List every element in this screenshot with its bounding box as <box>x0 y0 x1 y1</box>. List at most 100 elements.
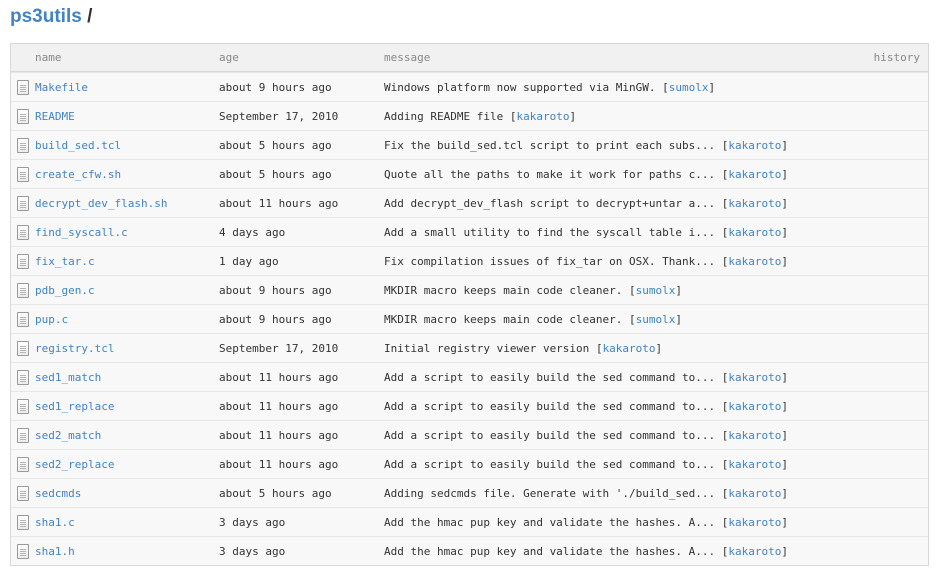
table-row: sha1.c 3 days ago Add the hmac pup key a… <box>11 507 928 536</box>
commit-message-cell: Initial registry viewer version [kakarot… <box>384 334 662 362</box>
commit-age: about 11 hours ago <box>219 428 339 442</box>
commit-message-cell: Add a script to easily build the sed com… <box>384 450 788 478</box>
file-list: Makefile about 9 hours ago Windows platf… <box>11 72 928 565</box>
commit-age: 1 day ago <box>219 254 279 268</box>
commit-author-link[interactable]: kakaroto <box>603 342 656 355</box>
file-name-link[interactable]: find_syscall.c <box>35 218 128 246</box>
commit-message: Add the hmac pup key and validate the ha… <box>384 515 716 529</box>
file-name-link[interactable]: sed1_replace <box>35 392 114 420</box>
file-name-link[interactable]: decrypt_dev_flash.sh <box>35 189 167 217</box>
file-icon-cell <box>15 508 31 536</box>
file-icon-cell <box>15 218 31 246</box>
author-bracket-close: ] <box>781 370 788 384</box>
commit-message-cell: Add a script to easily build the sed com… <box>384 392 788 420</box>
author-bracket-close: ] <box>781 515 788 529</box>
repo-link[interactable]: ps3utils <box>10 6 82 27</box>
file-icon <box>17 137 29 153</box>
commit-message-cell: Adding README file [kakaroto] <box>384 102 576 130</box>
file-name-link[interactable]: registry.tcl <box>35 334 114 362</box>
file-icon-cell <box>15 450 31 478</box>
file-name-link[interactable]: sha1.c <box>35 508 75 536</box>
author-bracket-close: ] <box>781 138 788 152</box>
file-name-link[interactable]: sed2_replace <box>35 450 114 478</box>
table-row: pup.c about 9 hours ago MKDIR macro keep… <box>11 304 928 333</box>
file-name-link[interactable]: build_sed.tcl <box>35 131 121 159</box>
commit-author-link[interactable]: kakaroto <box>728 400 781 413</box>
table-row: sed1_replace about 11 hours ago Add a sc… <box>11 391 928 420</box>
file-icon-cell <box>15 247 31 275</box>
author-bracket-close: ] <box>675 283 683 297</box>
table-header: name age message history <box>11 44 928 72</box>
commit-author-link[interactable]: kakaroto <box>728 197 781 210</box>
commit-author-link[interactable]: kakaroto <box>728 458 781 471</box>
commit-author-link[interactable]: kakaroto <box>728 168 781 181</box>
commit-author-link[interactable]: kakaroto <box>728 487 781 500</box>
commit-message-cell: Add a script to easily build the sed com… <box>384 421 788 449</box>
file-name-link[interactable]: fix_tar.c <box>35 247 95 275</box>
author-bracket-open: [ <box>721 428 729 442</box>
file-name-link[interactable]: sed2_match <box>35 421 101 449</box>
commit-message-cell: Fix the build_sed.tcl script to print ea… <box>384 131 788 159</box>
commit-age: about 5 hours ago <box>219 167 332 181</box>
author-bracket-open: [ <box>721 486 729 500</box>
header-age: age <box>219 51 239 64</box>
file-name-link[interactable]: Makefile <box>35 73 88 101</box>
author-bracket-close: ] <box>781 428 788 442</box>
commit-author-link[interactable]: kakaroto <box>728 429 781 442</box>
file-icon-cell <box>15 363 31 391</box>
file-icon <box>17 195 29 211</box>
file-name-link[interactable]: pdb_gen.c <box>35 276 95 304</box>
file-name-link[interactable]: sedcmds <box>35 479 81 507</box>
commit-author-link[interactable]: kakaroto <box>728 255 781 268</box>
commit-message-cell: Windows platform now supported via MinGW… <box>384 73 715 101</box>
table-row: pdb_gen.c about 9 hours ago MKDIR macro … <box>11 275 928 304</box>
file-name-link[interactable]: sha1.h <box>35 537 75 565</box>
table-row: build_sed.tcl about 5 hours ago Fix the … <box>11 130 928 159</box>
table-row: create_cfw.sh about 5 hours ago Quote al… <box>11 159 928 188</box>
commit-author-link[interactable]: kakaroto <box>728 371 781 384</box>
commit-message: Quote all the paths to make it work for … <box>384 167 716 181</box>
table-row: sedcmds about 5 hours ago Adding sedcmds… <box>11 478 928 507</box>
commit-message: Windows platform now supported via MinGW… <box>384 80 656 94</box>
file-name-link[interactable]: pup.c <box>35 305 68 333</box>
commit-age: about 11 hours ago <box>219 196 339 210</box>
author-bracket-open: [ <box>721 399 729 413</box>
commit-author-link[interactable]: kakaroto <box>516 110 569 123</box>
author-bracket-open: [ <box>721 167 729 181</box>
history-link[interactable]: history <box>874 44 920 71</box>
file-icon <box>17 340 29 356</box>
commit-message: Adding README file <box>384 109 504 123</box>
commit-message: Add a script to easily build the sed com… <box>384 370 716 384</box>
commit-author-link[interactable]: kakaroto <box>728 516 781 529</box>
commit-age: 3 days ago <box>219 515 286 529</box>
author-bracket-close: ] <box>781 486 788 500</box>
file-name-link[interactable]: sed1_match <box>35 363 101 391</box>
commit-author-link[interactable]: sumolx <box>669 81 709 94</box>
file-tree-table: name age message history Makefile about … <box>10 43 929 566</box>
breadcrumb: ps3utils / <box>10 6 92 28</box>
commit-author-link[interactable]: kakaroto <box>728 226 781 239</box>
file-icon <box>17 282 29 298</box>
file-icon <box>17 514 29 530</box>
author-bracket-open: [ <box>721 515 729 529</box>
commit-age: 3 days ago <box>219 544 286 558</box>
commit-author-link[interactable]: kakaroto <box>728 139 781 152</box>
commit-age: about 11 hours ago <box>219 457 339 471</box>
commit-message-cell: Add a small utility to find the syscall … <box>384 218 788 246</box>
file-name-link[interactable]: README <box>35 102 75 130</box>
commit-author-link[interactable]: sumolx <box>636 284 676 297</box>
commit-age: September 17, 2010 <box>219 109 339 123</box>
commit-message-cell: Add decrypt_dev_flash script to decrypt+… <box>384 189 788 217</box>
file-icon <box>17 543 29 559</box>
table-row: find_syscall.c 4 days ago Add a small ut… <box>11 217 928 246</box>
file-icon <box>17 427 29 443</box>
author-bracket-close: ] <box>781 167 788 181</box>
author-bracket-close: ] <box>781 196 788 210</box>
header-message: message <box>384 51 431 64</box>
commit-message-cell: Quote all the paths to make it work for … <box>384 160 788 188</box>
commit-author-link[interactable]: kakaroto <box>728 545 781 558</box>
file-name-link[interactable]: create_cfw.sh <box>35 160 121 188</box>
commit-message-cell: Adding sedcmds file. Generate with './bu… <box>384 479 788 507</box>
commit-message: Add a script to easily build the sed com… <box>384 457 716 471</box>
commit-author-link[interactable]: sumolx <box>636 313 676 326</box>
